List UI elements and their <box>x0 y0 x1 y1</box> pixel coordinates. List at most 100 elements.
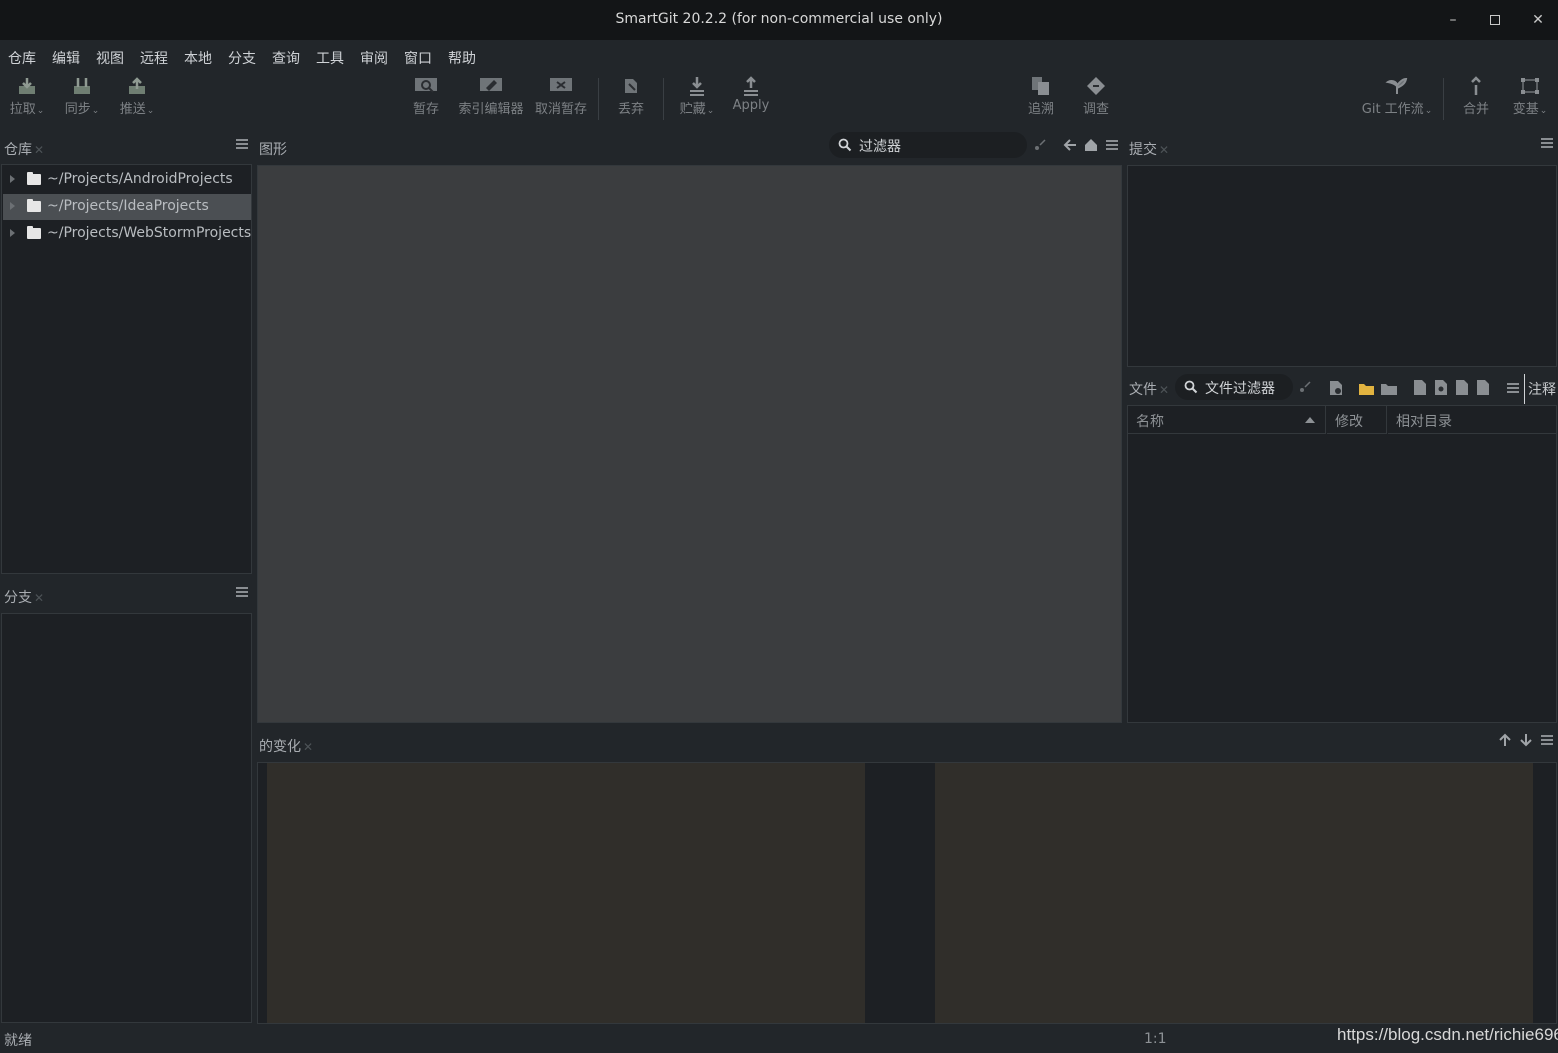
branches-tree <box>1 613 252 1023</box>
close-icon[interactable]: ✕ <box>34 143 44 157</box>
file-filter-input[interactable]: 文件过滤器 <box>1175 374 1293 400</box>
expand-arrow-icon[interactable] <box>10 229 15 237</box>
merge-icon <box>1471 76 1481 95</box>
tab-notes[interactable]: 注释 <box>1528 379 1556 399</box>
push-button[interactable]: 推送⌄ <box>116 76 158 122</box>
files-table <box>1127 405 1557 723</box>
file-ignored-icon[interactable] <box>1477 380 1489 395</box>
files-panel-title: 文件 <box>1129 382 1157 398</box>
panel-menu-icon[interactable] <box>236 587 248 597</box>
close-icon[interactable]: ✕ <box>1159 143 1169 157</box>
discard-button[interactable]: 丢弃 <box>611 76 651 122</box>
panel-menu-icon[interactable] <box>1541 735 1553 745</box>
column-header-modified[interactable]: 修改 <box>1327 406 1387 434</box>
unstage-button[interactable]: 取消暂存 <box>532 76 590 122</box>
sync-button[interactable]: 同步⌄ <box>61 76 103 122</box>
blame-button[interactable]: 追溯 <box>1021 76 1061 122</box>
close-icon[interactable]: ✕ <box>303 740 313 754</box>
file-modified-icon[interactable] <box>1435 380 1447 395</box>
menu-branch[interactable]: 分支 <box>228 48 256 68</box>
back-arrow-icon[interactable] <box>1063 138 1077 152</box>
search-icon <box>838 138 852 152</box>
index-editor-button[interactable]: 索引编辑器 <box>456 76 526 122</box>
close-button[interactable]: ✕ <box>1528 10 1548 30</box>
rebase-icon <box>1521 78 1539 94</box>
home-icon[interactable] <box>1084 138 1098 152</box>
menu-query[interactable]: 查询 <box>272 48 300 68</box>
menu-view[interactable]: 视图 <box>96 48 124 68</box>
panel-menu-icon[interactable] <box>1106 140 1118 150</box>
folder-view-icon[interactable] <box>1381 382 1397 395</box>
column-header-name[interactable]: 名称 <box>1128 406 1326 434</box>
close-icon[interactable]: ✕ <box>34 591 44 605</box>
blame-icon <box>1032 77 1049 95</box>
menu-remote[interactable]: 远程 <box>140 48 168 68</box>
pull-button[interactable]: 拉取⌄ <box>6 76 48 122</box>
filter-options-icon[interactable] <box>1298 380 1312 394</box>
repositories-tree: ~/Projects/AndroidProjects ~/Projects/Id… <box>1 164 252 574</box>
investigate-button[interactable]: 调查 <box>1076 76 1116 122</box>
graph-filter-input[interactable]: 过滤器 <box>829 132 1027 158</box>
menu-repository[interactable]: 仓库 <box>8 48 36 68</box>
toolbar-separator <box>663 78 664 120</box>
maximize-button[interactable] <box>1485 10 1505 30</box>
search-icon <box>1184 380 1198 394</box>
commit-panel-title: 提交 <box>1129 142 1157 158</box>
rebase-button[interactable]: 变基⌄ <box>1508 76 1552 122</box>
changes-panel-header: 的变化 ✕ <box>255 731 1558 757</box>
column-header-relative-dir[interactable]: 相对目录 <box>1388 406 1556 434</box>
graph-canvas[interactable] <box>257 165 1122 723</box>
investigate-icon <box>1087 77 1105 95</box>
menu-review[interactable]: 审阅 <box>360 48 388 68</box>
close-icon[interactable]: ✕ <box>1159 383 1169 397</box>
stash-icon <box>690 77 704 96</box>
window-title: SmartGit 20.2.2 (for non-commercial use … <box>615 11 943 27</box>
expand-arrow-icon[interactable] <box>10 202 15 210</box>
diff-left-pane[interactable] <box>267 763 865 1023</box>
folder-icon <box>27 199 41 212</box>
stage-button[interactable]: 暂存 <box>406 76 446 122</box>
branches-panel-title: 分支 <box>4 590 32 606</box>
discard-icon <box>625 79 637 93</box>
diff-right-pane[interactable] <box>935 763 1533 1023</box>
folder-icon[interactable] <box>1359 382 1374 395</box>
menu-edit[interactable]: 编辑 <box>52 48 80 68</box>
status-text: 就绪 <box>4 1033 32 1049</box>
previous-change-icon[interactable] <box>1498 733 1512 747</box>
repository-item[interactable]: ~/Projects/WebStormProjects <box>3 221 251 247</box>
expand-arrow-icon[interactable] <box>10 175 15 183</box>
stash-button[interactable]: 贮藏⌄ <box>676 76 718 122</box>
menu-bar: 仓库 编辑 视图 远程 本地 分支 查询 工具 审阅 窗口 帮助 <box>0 40 1558 72</box>
commit-details <box>1127 165 1557 367</box>
panel-menu-icon[interactable] <box>1541 138 1553 148</box>
unstage-icon <box>550 78 572 91</box>
filter-options-icon[interactable] <box>1033 138 1047 152</box>
index-editor-icon <box>480 78 502 91</box>
menu-local[interactable]: 本地 <box>184 48 212 68</box>
diff-scrollbar[interactable] <box>1541 763 1556 1023</box>
minimize-button[interactable]: – <box>1443 10 1463 30</box>
folder-icon <box>27 226 41 239</box>
diff-gutter <box>865 763 935 1023</box>
file-settings-icon[interactable] <box>1329 380 1343 396</box>
repository-item[interactable]: ~/Projects/AndroidProjects <box>3 167 251 193</box>
folder-icon <box>27 172 41 185</box>
file-icon[interactable] <box>1414 380 1426 395</box>
pull-icon <box>19 78 35 94</box>
panel-menu-icon[interactable] <box>236 139 248 149</box>
menu-help[interactable]: 帮助 <box>448 48 476 68</box>
merge-button[interactable]: 合并 <box>1456 76 1496 122</box>
menu-tools[interactable]: 工具 <box>316 48 344 68</box>
cursor-position: 1:1 <box>1144 1031 1167 1047</box>
diff-viewer <box>257 762 1557 1024</box>
branches-panel-header: 分支 ✕ <box>0 582 252 608</box>
panel-menu-icon[interactable] <box>1507 383 1519 393</box>
file-untracked-icon[interactable] <box>1456 380 1468 395</box>
sync-icon <box>74 78 90 94</box>
git-flow-button[interactable]: Git 工作流⌄ <box>1360 76 1434 122</box>
next-change-icon[interactable] <box>1519 733 1533 747</box>
commit-panel-header: 提交 ✕ <box>1125 134 1558 160</box>
menu-window[interactable]: 窗口 <box>404 48 432 68</box>
apply-button[interactable]: Apply <box>730 76 772 122</box>
repository-item-selected[interactable]: ~/Projects/IdeaProjects <box>3 194 251 220</box>
